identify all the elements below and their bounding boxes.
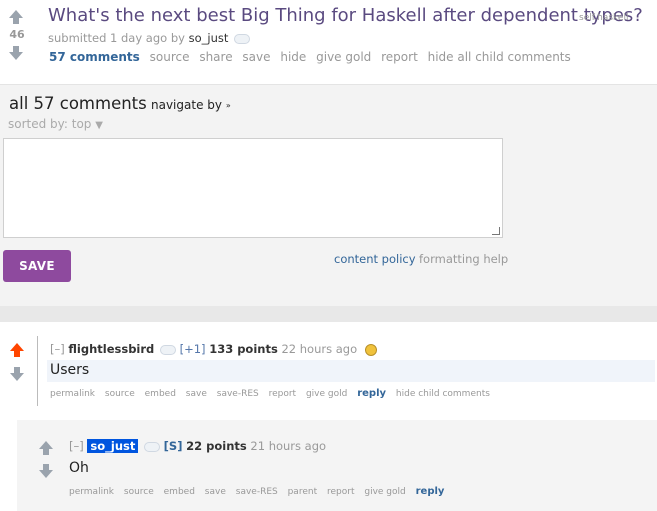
comments-link[interactable]: 57 comments — [49, 50, 140, 64]
thread-line[interactable] — [37, 336, 38, 406]
section-divider — [0, 306, 657, 322]
post-buttons: 57 comments source share save hide give … — [49, 50, 577, 64]
source-link[interactable]: source — [105, 389, 135, 399]
post-score: 46 — [9, 28, 25, 41]
comment-downvote-icon[interactable] — [39, 464, 53, 478]
collapse-toggle[interactable]: [–] — [69, 439, 84, 453]
sort-dropdown[interactable]: sorted by: top ▼ — [8, 117, 103, 131]
tagline-prefix: submitted 1 day ago by — [48, 31, 185, 45]
comment-actions: permalink source embed save save-RES par… — [69, 486, 451, 497]
resize-handle-icon[interactable] — [492, 227, 500, 235]
comment-author-link[interactable]: flightlessbird — [68, 342, 154, 356]
child-comment-panel — [17, 420, 657, 511]
share-link[interactable]: share — [199, 50, 232, 64]
give-gold-link[interactable]: give gold — [306, 389, 347, 399]
post-downvote-icon[interactable] — [9, 46, 23, 60]
parent-link[interactable]: parent — [288, 487, 318, 497]
comment-time: 21 hours ago — [250, 439, 327, 453]
hide-link[interactable]: hide — [280, 50, 306, 64]
comment-downvote-icon[interactable] — [10, 367, 24, 381]
sort-chevron-icon: ▼ — [95, 120, 103, 131]
formatting-help-link[interactable]: formatting help — [419, 252, 508, 266]
source-link[interactable]: source — [124, 487, 154, 497]
navigate-by-dropdown[interactable]: navigate by » — [151, 98, 231, 112]
report-link[interactable]: report — [381, 50, 418, 64]
save-link[interactable]: save — [242, 50, 270, 64]
collapse-toggle[interactable]: [–] — [50, 342, 65, 356]
source-link[interactable]: source — [150, 50, 190, 64]
sorted-by-label: sorted by: top — [8, 117, 92, 131]
save-link[interactable]: save — [205, 487, 226, 497]
submitter-tag[interactable]: [S] — [164, 439, 183, 453]
comment-tagline: [–] so_just [S] 22 points 21 hours ago — [69, 439, 326, 453]
res-tag-icon[interactable] — [159, 344, 176, 355]
comment-tagline: [–] flightlessbird [+1] 133 points 22 ho… — [50, 342, 377, 356]
permalink-link[interactable]: permalink — [69, 487, 114, 497]
report-link[interactable]: report — [327, 487, 355, 497]
save-link[interactable]: save — [186, 389, 207, 399]
embed-link[interactable]: embed — [145, 389, 176, 399]
permalink-link[interactable]: permalink — [50, 389, 95, 399]
res-tag-icon[interactable] — [234, 33, 251, 44]
chevron-down-icon: » — [225, 101, 231, 110]
save-res-link[interactable]: save-RES — [236, 487, 278, 497]
save-res-link[interactable]: save-RES — [217, 389, 259, 399]
hide-child-comments-link[interactable]: hide child comments — [396, 389, 490, 399]
gilded-icon — [364, 343, 377, 356]
post-domain[interactable]: self.haskell — [579, 13, 628, 23]
comment-upvote-icon[interactable] — [10, 343, 24, 357]
comment-body: Users — [50, 362, 90, 378]
reply-link[interactable]: reply — [416, 486, 445, 497]
comment-points: 133 points — [209, 342, 278, 356]
give-gold-link[interactable]: give gold — [316, 50, 371, 64]
comment-textarea[interactable] — [3, 138, 503, 238]
comment-time: 22 hours ago — [281, 342, 358, 356]
post-author-link[interactable]: so_just — [189, 31, 229, 45]
comment-body: Oh — [69, 460, 89, 476]
vote-weight-tag[interactable]: [+1] — [180, 342, 206, 356]
comment-actions: permalink source embed save save-RES rep… — [50, 388, 497, 399]
navigate-by-label: navigate by — [151, 98, 222, 112]
comment-upvote-icon[interactable] — [39, 441, 53, 455]
post-tagline: submitted 1 day ago by so_just — [48, 31, 251, 45]
post-title[interactable]: What's the next best Big Thing for Haske… — [48, 5, 643, 26]
comment-body-highlight — [47, 360, 655, 382]
comment-points: 22 points — [186, 439, 247, 453]
comment-author-link[interactable]: so_just — [87, 439, 139, 453]
give-gold-link[interactable]: give gold — [364, 487, 405, 497]
reply-link[interactable]: reply — [357, 388, 386, 399]
save-comment-button[interactable]: SAVE — [3, 250, 71, 282]
embed-link[interactable]: embed — [164, 487, 195, 497]
post-upvote-icon[interactable] — [9, 10, 23, 24]
report-link[interactable]: report — [269, 389, 297, 399]
hide-all-child-link[interactable]: hide all child comments — [428, 50, 571, 64]
res-tag-icon[interactable] — [144, 441, 161, 452]
comments-heading: all 57 comments — [9, 94, 147, 113]
content-policy-link[interactable]: content policy — [334, 252, 416, 266]
